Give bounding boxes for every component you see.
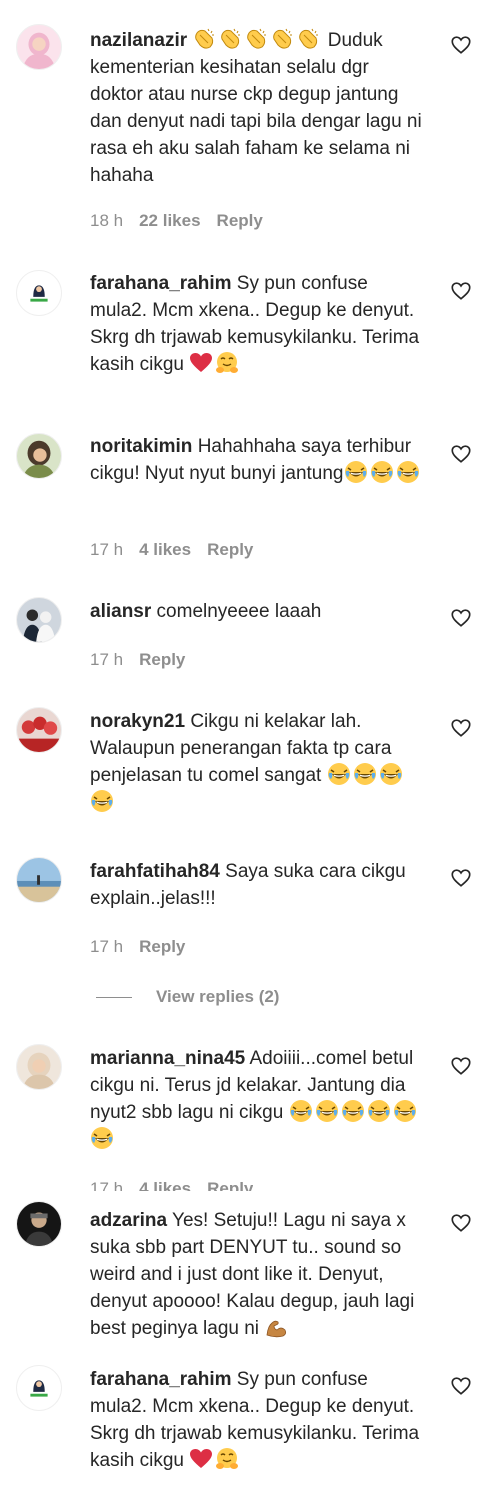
- reply-button[interactable]: Reply: [139, 937, 185, 956]
- clapping-hands-emoji: [218, 27, 242, 51]
- divider-line: [96, 997, 132, 999]
- flexed-biceps-emoji: [264, 1315, 288, 1339]
- laughing-face-emoji: [90, 789, 114, 813]
- red-heart-emoji: [189, 351, 213, 375]
- user-avatar[interactable]: [16, 24, 62, 70]
- comment-meta: 17 h 4 likes Reply: [90, 1179, 253, 1191]
- comment-username[interactable]: aliansr: [90, 601, 151, 622]
- laughing-face-emoji: [327, 762, 351, 786]
- like-heart-icon[interactable]: [450, 717, 472, 739]
- like-heart-icon[interactable]: [450, 34, 472, 56]
- comment-body: aliansr comelnyeeee laaah: [90, 598, 425, 625]
- view-replies-button[interactable]: View replies (2): [96, 987, 279, 1007]
- user-avatar[interactable]: [16, 1044, 62, 1090]
- user-avatar[interactable]: [16, 857, 62, 903]
- comment-meta: 17 h 4 likes Reply: [90, 540, 253, 560]
- comment-time: 18 h: [90, 211, 124, 230]
- hugging-face-emoji: [215, 351, 239, 375]
- reply-button[interactable]: Reply: [207, 1179, 253, 1191]
- laughing-face-emoji: [344, 460, 368, 484]
- user-avatar[interactable]: [16, 433, 62, 479]
- view-replies-label[interactable]: View replies (2): [156, 987, 279, 1006]
- comment-time: 17 h: [90, 1179, 124, 1191]
- like-heart-icon[interactable]: [450, 1055, 472, 1077]
- user-avatar[interactable]: [16, 707, 62, 753]
- like-heart-icon[interactable]: [450, 607, 472, 629]
- comment-likes[interactable]: 4 likes: [139, 1179, 191, 1191]
- like-heart-icon[interactable]: [450, 280, 472, 302]
- reply-button[interactable]: Reply: [217, 211, 263, 230]
- comment-time: 17 h: [90, 650, 124, 669]
- laughing-face-emoji: [370, 460, 394, 484]
- user-avatar[interactable]: [16, 597, 62, 643]
- laughing-face-emoji: [367, 1099, 391, 1123]
- comment-text: comelnyeeee laaah: [156, 601, 322, 622]
- laughing-face-emoji: [341, 1099, 365, 1123]
- reply-button[interactable]: Reply: [139, 650, 185, 669]
- comment-meta: 17 h Reply: [90, 650, 185, 670]
- laughing-face-emoji: [353, 762, 377, 786]
- laughing-face-emoji: [396, 460, 420, 484]
- laughing-face-emoji: [393, 1099, 417, 1123]
- clapping-hands-emoji: [270, 27, 294, 51]
- like-heart-icon[interactable]: [450, 1375, 472, 1397]
- comment-username[interactable]: marianna_nina45: [90, 1048, 245, 1069]
- comment-body: noritakimin Hahahhaha saya terhibur cikg…: [90, 433, 425, 487]
- laughing-face-emoji: [90, 1126, 114, 1150]
- like-heart-icon[interactable]: [450, 867, 472, 889]
- comment-time: 17 h: [90, 540, 124, 559]
- clapping-hands-emoji: [296, 27, 320, 51]
- comment-username[interactable]: farahana_rahim: [90, 1369, 232, 1390]
- laughing-face-emoji: [315, 1099, 339, 1123]
- comment-body: farahana_rahim Sy pun confuse mula2. Mcm…: [90, 1366, 425, 1474]
- comment-likes[interactable]: 22 likes: [139, 211, 200, 230]
- laughing-face-emoji: [379, 762, 403, 786]
- clapping-hands-emoji: [192, 27, 216, 51]
- comment-likes[interactable]: 4 likes: [139, 540, 191, 559]
- reply-button[interactable]: Reply: [207, 540, 253, 559]
- comment-username[interactable]: nazilanazir: [90, 30, 187, 51]
- hugging-face-emoji: [215, 1447, 239, 1471]
- laughing-face-emoji: [289, 1099, 313, 1123]
- like-heart-icon[interactable]: [450, 1212, 472, 1234]
- comment-body: marianna_nina45 Adoiiii...comel betul ci…: [90, 1045, 425, 1153]
- comment-text: Duduk kementerian kesihatan selalu dgr d…: [90, 30, 422, 186]
- comment-username[interactable]: farahana_rahim: [90, 273, 232, 294]
- comment-username[interactable]: adzarina: [90, 1210, 167, 1231]
- comment-meta: 17 h Reply: [90, 937, 185, 957]
- comment-body: farahfatihah84 Saya suka cara cikgu expl…: [90, 858, 425, 912]
- comment-body: adzarina Yes! Setuju!! Lagu ni saya x su…: [90, 1207, 425, 1342]
- comment-username[interactable]: noritakimin: [90, 436, 192, 457]
- comment-body: norakyn21 Cikgu ni kelakar lah. Walaupun…: [90, 708, 425, 816]
- red-heart-emoji: [189, 1447, 213, 1471]
- comment-body: nazilanazir Duduk kementerian kesihatan …: [90, 27, 425, 189]
- comment-body: farahana_rahim Sy pun confuse mula2. Mcm…: [90, 270, 425, 378]
- user-avatar[interactable]: [16, 1365, 62, 1411]
- like-heart-icon[interactable]: [450, 443, 472, 465]
- user-avatar[interactable]: [16, 270, 62, 316]
- user-avatar[interactable]: [16, 1201, 62, 1247]
- comment-username[interactable]: farahfatihah84: [90, 861, 220, 882]
- comment-meta: 18 h 22 likes Reply: [90, 211, 263, 231]
- comment-time: 17 h: [90, 937, 124, 956]
- clapping-hands-emoji: [244, 27, 268, 51]
- comment-username[interactable]: norakyn21: [90, 711, 185, 732]
